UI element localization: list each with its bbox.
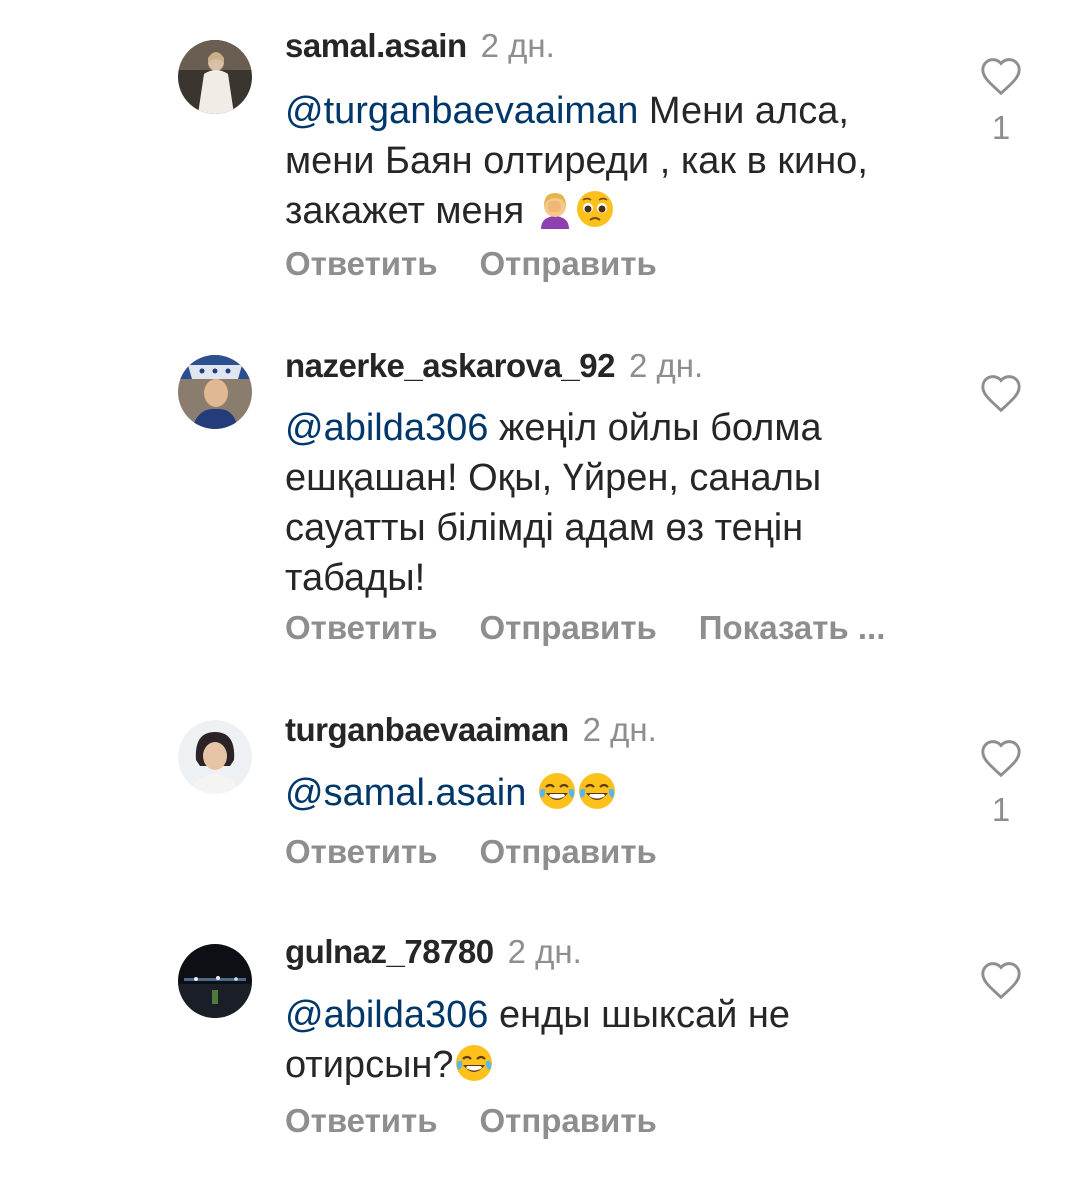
mention-link[interactable]: @samal.asain — [285, 772, 526, 814]
send-button[interactable]: Отправить — [480, 1102, 657, 1139]
face-with-tears-of-joy-emoji — [454, 1043, 494, 1083]
show-translation-button[interactable]: Показать ... — [699, 609, 886, 646]
avatar[interactable] — [178, 720, 252, 794]
reply-button[interactable]: Ответить — [285, 833, 438, 870]
username-link[interactable]: gulnaz_78780 — [285, 933, 494, 970]
comment-actions: Ответить Отправить — [285, 832, 699, 872]
avatar[interactable] — [178, 944, 252, 1018]
face-with-tears-of-joy-emoji — [577, 771, 617, 811]
woman-facepalming-emoji — [535, 189, 575, 229]
comment-timestamp: 2 дн. — [582, 711, 657, 748]
reply-button[interactable]: Ответить — [285, 609, 438, 646]
comment-text: @turganbaevaaiman Мени алса, мени Баян о… — [285, 86, 945, 236]
avatar[interactable] — [178, 40, 252, 114]
username-link[interactable]: turganbaevaaiman — [285, 711, 569, 748]
comment-body — [526, 772, 537, 814]
mention-link[interactable]: @turganbaevaaiman — [285, 90, 638, 132]
heart-outline-icon[interactable] — [979, 56, 1023, 96]
like-control: 1 — [978, 738, 1024, 828]
comment-actions: Ответить Отправить — [285, 244, 699, 284]
comment-timestamp: 2 дн. — [480, 27, 555, 64]
comment-header: samal.asain 2 дн. — [285, 26, 555, 66]
heart-outline-icon[interactable] — [979, 738, 1023, 778]
heart-outline-icon[interactable] — [979, 373, 1023, 413]
like-count: 1 — [991, 109, 1011, 146]
send-button[interactable]: Отправить — [480, 245, 657, 282]
like-count: 1 — [991, 791, 1011, 828]
username-link[interactable]: samal.asain — [285, 27, 467, 64]
like-control — [978, 373, 1024, 427]
send-button[interactable]: Отправить — [480, 609, 657, 646]
comment-text: @abilda306 енды шыксай не отирсын? — [285, 990, 945, 1090]
pleading-face-emoji — [575, 189, 615, 229]
comment-header: nazerke_askarova_92 2 дн. — [285, 346, 703, 386]
comment-text: @samal.asain — [285, 768, 945, 818]
send-button[interactable]: Отправить — [480, 833, 657, 870]
comment-timestamp: 2 дн. — [628, 347, 704, 384]
reply-button[interactable]: Ответить — [285, 245, 438, 282]
comment-actions: Ответить Отправить — [285, 1101, 699, 1141]
comment-text: @abilda306 жеңіл ойлы болма ешқашан! Оқы… — [285, 403, 945, 603]
comment-actions: Ответить Отправить Показать ... — [285, 608, 927, 648]
reply-button[interactable]: Ответить — [285, 1102, 438, 1139]
comment-header: gulnaz_78780 2 дн. — [285, 932, 582, 972]
comment-timestamp: 2 дн. — [507, 933, 582, 970]
mention-link[interactable]: @abilda306 — [285, 994, 488, 1036]
like-control — [978, 960, 1024, 1014]
heart-outline-icon[interactable] — [979, 960, 1023, 1000]
mention-link[interactable]: @abilda306 — [285, 407, 488, 449]
like-control: 1 — [978, 56, 1024, 146]
username-link[interactable]: nazerke_askarova_92 — [285, 347, 615, 384]
face-with-tears-of-joy-emoji — [537, 771, 577, 811]
avatar[interactable] — [178, 355, 252, 429]
comment-header: turganbaevaaiman 2 дн. — [285, 710, 657, 750]
